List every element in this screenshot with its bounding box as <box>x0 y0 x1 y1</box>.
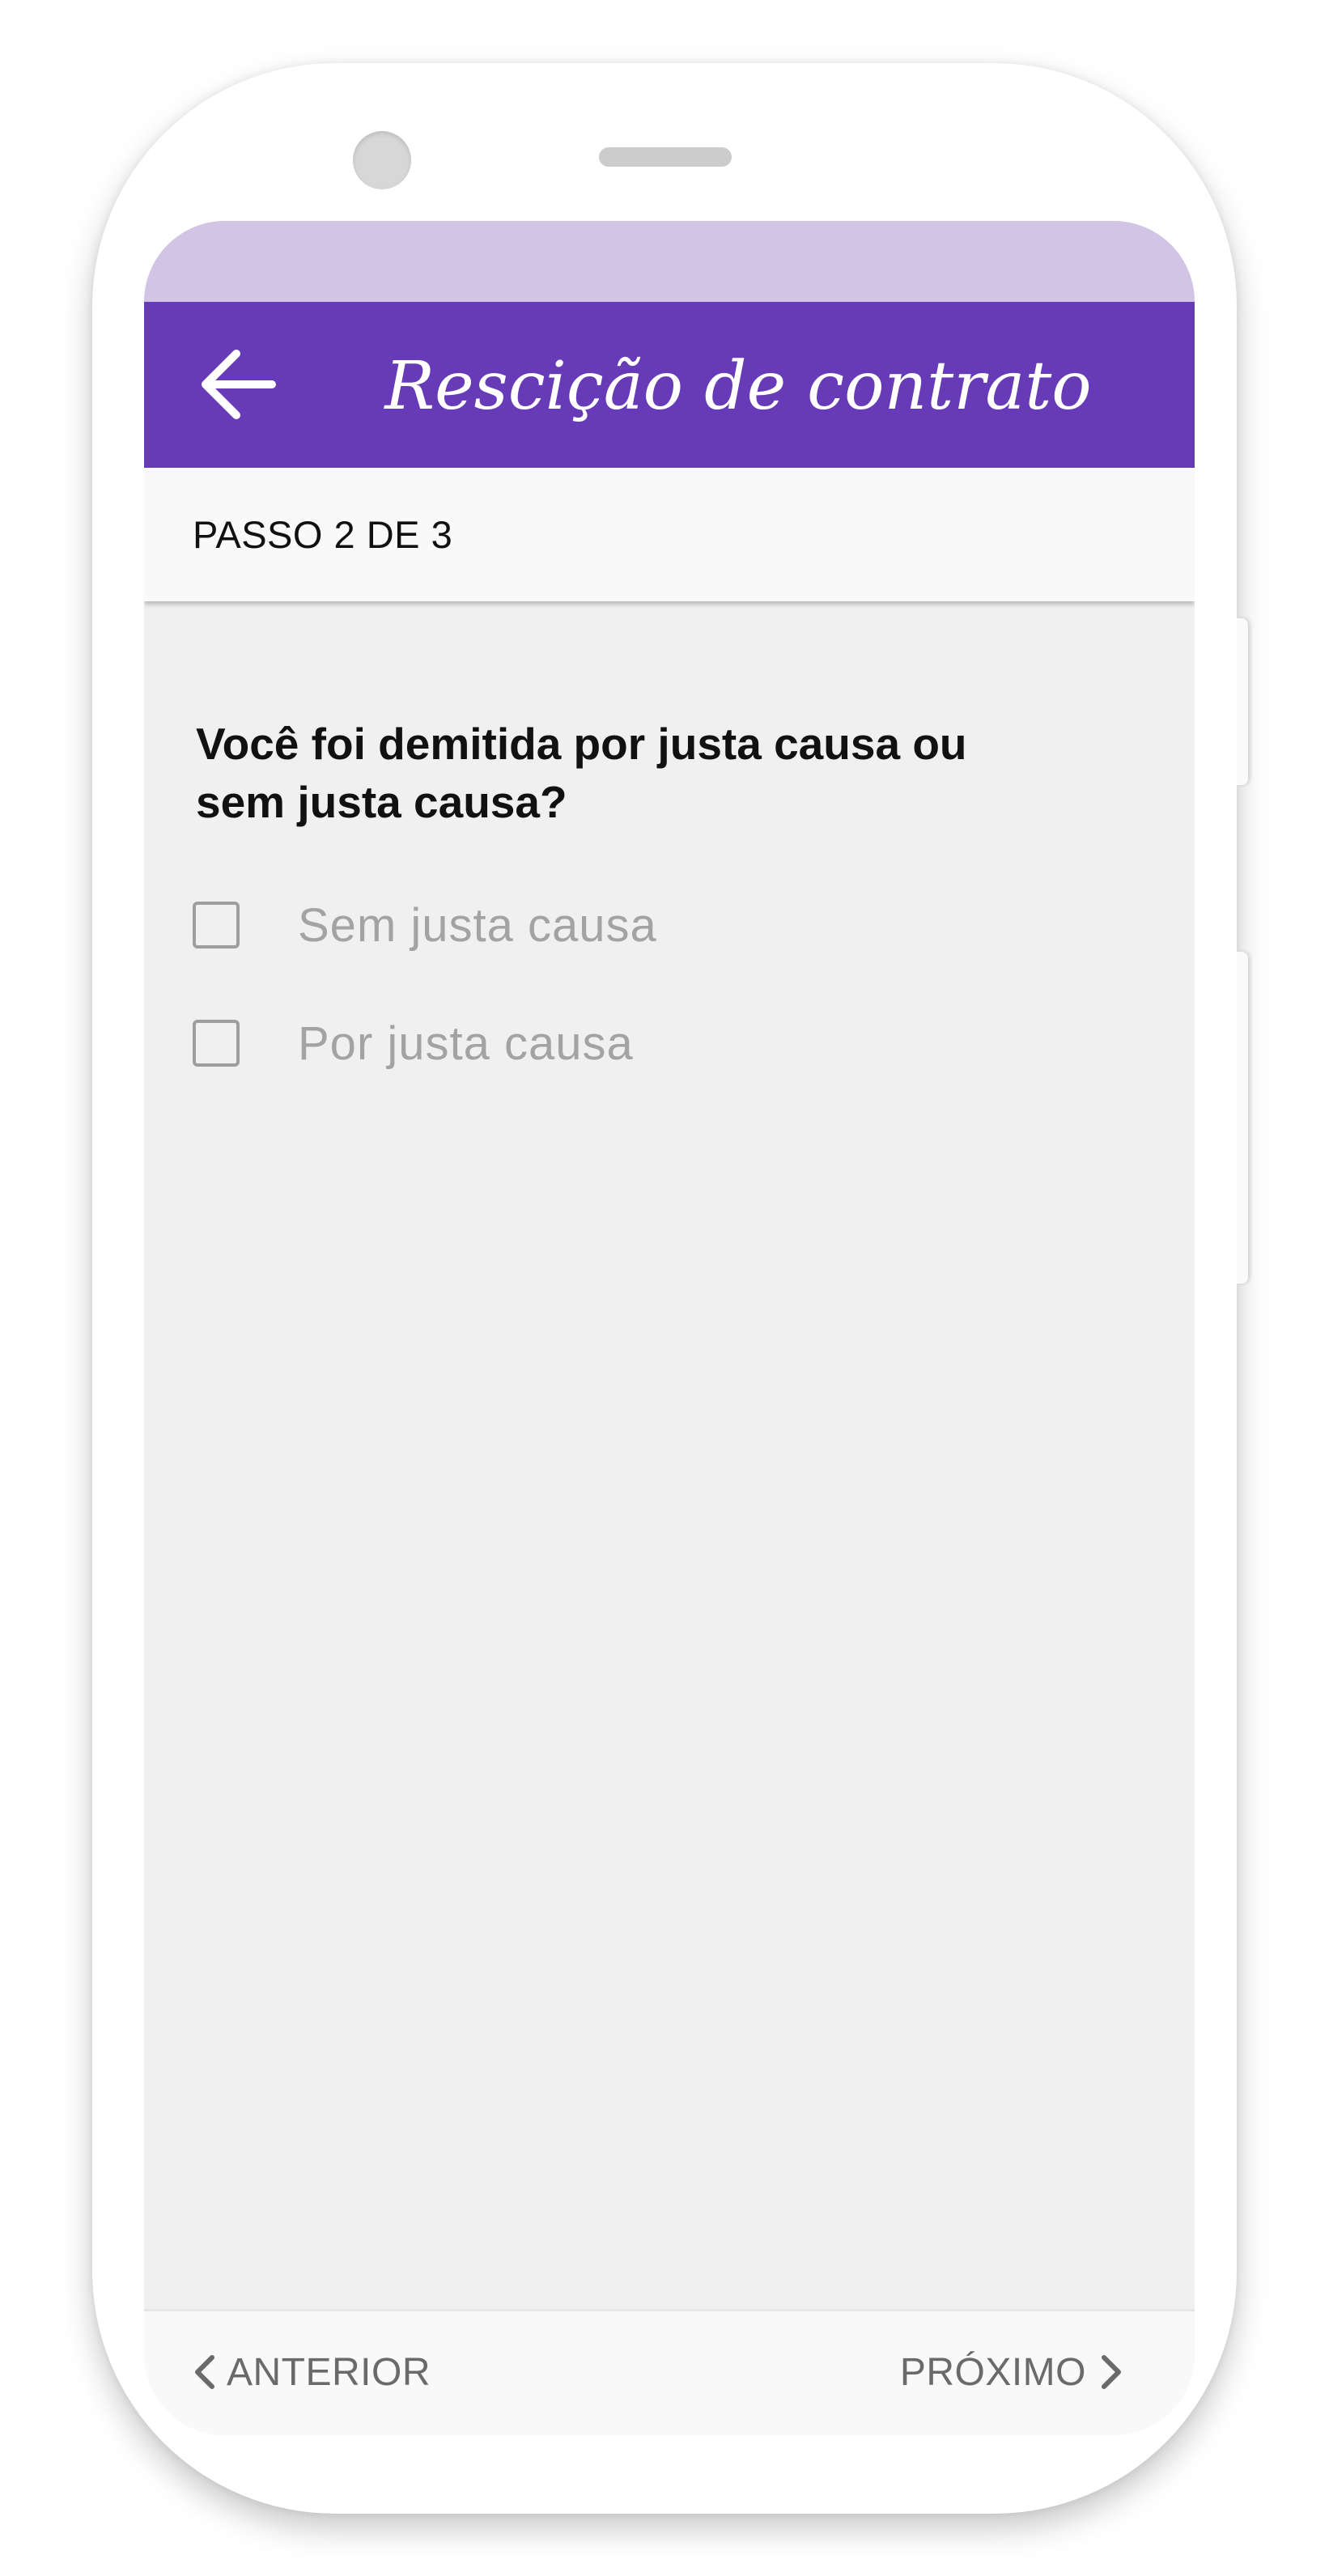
checkbox[interactable] <box>193 902 240 948</box>
checkbox[interactable] <box>193 1020 240 1067</box>
phone-camera <box>353 131 411 189</box>
app-screen: Rescição de contrato PASSO 2 DE 3 Você f… <box>144 221 1195 2435</box>
chevron-left-icon <box>195 2355 214 2389</box>
arrow-left-icon <box>202 350 276 419</box>
previous-button[interactable]: ANTERIOR <box>189 2336 431 2408</box>
back-button[interactable] <box>194 344 283 425</box>
phone-volume-button <box>1237 952 1248 1284</box>
option-label: Por justa causa <box>298 1016 634 1070</box>
previous-label: ANTERIOR <box>227 2350 431 2394</box>
phone-speaker <box>599 147 732 167</box>
page-title: Rescição de contrato <box>384 348 1092 425</box>
app-bar: Rescição de contrato <box>144 302 1195 468</box>
option-sem-justa-causa[interactable]: Sem justa causa <box>193 893 657 957</box>
next-label: PRÓXIMO <box>899 2350 1086 2394</box>
phone-side-button <box>1237 618 1248 785</box>
question-text: Você foi demitida por justa causa ou sem… <box>196 719 967 827</box>
chevron-right-icon <box>1102 2355 1121 2389</box>
stepper-header: PASSO 2 DE 3 <box>144 468 1195 601</box>
option-label: Sem justa causa <box>298 898 657 952</box>
option-por-justa-causa[interactable]: Por justa causa <box>193 1011 634 1076</box>
step-indicator: PASSO 2 DE 3 <box>193 513 453 556</box>
form-content: Você foi demitida por justa causa ou sem… <box>144 601 1195 2309</box>
next-button[interactable]: PRÓXIMO <box>900 2336 1127 2408</box>
bottom-navigation: ANTERIOR PRÓXIMO <box>144 2309 1195 2435</box>
status-bar <box>144 221 1195 302</box>
